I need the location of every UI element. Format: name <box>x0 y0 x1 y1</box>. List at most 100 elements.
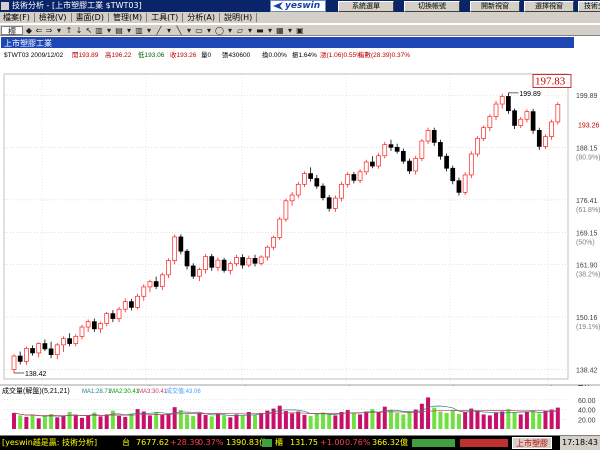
toolbar-tool-0[interactable]: ◆ <box>25 26 33 35</box>
top-button-1[interactable]: 切換帳號 <box>404 1 460 12</box>
candle <box>277 216 283 241</box>
toolbar-tool-5[interactable]: ↓ <box>75 26 83 35</box>
volume-bar <box>117 415 122 429</box>
volume-bar <box>302 414 307 429</box>
volume-bar <box>67 412 72 429</box>
volume-bar <box>197 412 202 429</box>
volume-legend-item: MA3:30.41 <box>138 389 168 395</box>
volume-bar <box>456 413 461 429</box>
volume-bar <box>104 414 109 429</box>
volume-bar <box>308 415 313 429</box>
volume-bar <box>154 412 159 429</box>
top-button-3[interactable]: 選擇視窗 <box>524 1 574 12</box>
toolbar-tool-10[interactable]: ▾ <box>125 26 133 35</box>
info-volume: 量0 <box>201 51 212 59</box>
volume-bar <box>549 409 554 429</box>
volume-bar <box>172 407 177 429</box>
volume-bar <box>228 417 233 429</box>
app-icon <box>1 2 9 10</box>
top-button-2[interactable]: 開新視窗 <box>470 1 520 12</box>
menu-separator <box>107 13 109 22</box>
toolbar-tool-3[interactable]: ▾ <box>55 26 63 35</box>
volume-bar <box>438 411 443 429</box>
volume-bar <box>407 412 412 429</box>
toolbar-tool-8[interactable]: ▾ <box>105 26 113 35</box>
toolbar-tool-22[interactable]: ▾ <box>246 26 254 35</box>
y-tick-label: 188.15 <box>576 146 598 153</box>
menu-item-4[interactable]: 工具(T) <box>148 12 181 23</box>
toolbar-tool-18[interactable]: ▾ <box>205 26 213 35</box>
volume-bar <box>450 410 455 429</box>
toolbar-tool-14[interactable]: ▾ <box>165 26 173 35</box>
toolbar-tool-15[interactable]: ╲ <box>175 26 183 35</box>
volume-bar <box>24 416 29 429</box>
candle <box>221 257 227 273</box>
menu-item-3[interactable]: 管理(M) <box>110 12 145 23</box>
volume-y-tick: 60.00 <box>578 398 596 405</box>
toolbar-tool-12[interactable]: ▾ <box>145 26 153 35</box>
info-amplitude: 振1.64% <box>292 50 317 59</box>
toolbar-tool-11[interactable]: ▥ <box>135 26 143 35</box>
volume-bar <box>240 415 245 429</box>
volume-bar <box>543 411 548 429</box>
toolbar-tool-9[interactable]: ▤ <box>115 26 123 35</box>
toolbar-tool-27[interactable]: ▣ <box>296 26 304 35</box>
toolbar-tool-23[interactable]: ▬ <box>256 26 264 35</box>
top-button-0[interactable]: 系統選單 <box>338 1 394 12</box>
volume-bar <box>444 412 449 429</box>
volume-bar <box>185 414 190 429</box>
menu-item-5[interactable]: 分析(A) <box>184 12 218 23</box>
toolbar-tool-19[interactable]: ◯ <box>215 26 224 35</box>
candle <box>320 183 326 201</box>
toolbar-tool-16[interactable]: ▾ <box>185 26 193 35</box>
toolbar-tool-1[interactable]: ⇐ <box>35 26 43 35</box>
y-tick-pct: (50%) <box>576 239 595 246</box>
volume-bar <box>12 412 16 429</box>
volume-bar <box>290 413 295 429</box>
status-market-button[interactable]: 上市塑膠 <box>512 437 552 449</box>
menu-item-2[interactable]: 畫面(D) <box>73 12 107 23</box>
volume-bar <box>512 412 517 429</box>
menu-separator <box>218 13 220 22</box>
toolbar-tool-6[interactable]: ↖ <box>85 26 93 35</box>
info-high: 高196.22 <box>105 50 132 59</box>
toolbar-tool-26[interactable]: ▾ <box>286 26 294 35</box>
menu-item-1[interactable]: 檢視(V) <box>36 12 70 23</box>
y-tick-pct: (61.8%) <box>576 207 600 214</box>
toolbar-tool-2[interactable]: ⇒ <box>45 26 53 35</box>
volume-bar <box>524 412 529 429</box>
top-button-4[interactable]: 技術分析 <box>578 1 600 12</box>
logo-arrow-icon <box>273 2 283 10</box>
toolbar-tool-20[interactable]: ▾ <box>226 26 234 35</box>
volume-bar <box>222 415 227 429</box>
candle <box>419 138 425 162</box>
volume-bar <box>531 410 536 429</box>
menu-item-6[interactable]: 說明(H) <box>221 12 255 23</box>
volume-y-tick: 20.00 <box>578 417 596 424</box>
chart-panel-title-bar <box>1 37 574 48</box>
y-tick-label: 199.89 <box>576 93 598 100</box>
volume-bar <box>42 415 47 429</box>
volume-bar <box>283 411 288 429</box>
volume-bar <box>500 411 505 429</box>
toolbar-tool-21[interactable]: ▱ <box>236 26 244 35</box>
status-index2-pct: 0.76% <box>345 438 371 447</box>
volume-bar <box>79 417 84 429</box>
toolbar-tool-24[interactable]: ▾ <box>266 26 274 35</box>
info-change: 換0.00% <box>262 50 287 59</box>
y-tick-pct: (19.1%) <box>576 324 600 331</box>
y-tick-pct: (80.9%) <box>576 155 600 162</box>
status-market-bars <box>412 439 508 447</box>
toolbar-tool-25[interactable]: ▦ <box>276 26 284 35</box>
volume-bar <box>110 410 115 429</box>
toolbar-tool-4[interactable]: ↑ <box>65 26 73 35</box>
window-title: 技術分析 - [上市塑膠工業 $TWT03] <box>12 1 142 10</box>
chart-type-dropdown[interactable]: 標 <box>1 26 23 35</box>
chart-area[interactable]: 上市塑膠工業 $TWT03 2009/12/02 開193.89 高196.22 低1… <box>0 37 600 434</box>
menu-item-0[interactable]: 檔案(F) <box>0 12 33 23</box>
volume-bar <box>426 397 431 429</box>
toolbar-tool-17[interactable]: ▭ <box>195 26 203 35</box>
volume-bar <box>314 413 319 429</box>
toolbar-tool-7[interactable]: ▥ <box>95 26 103 35</box>
toolbar-tool-13[interactable]: ╱ <box>155 26 163 35</box>
